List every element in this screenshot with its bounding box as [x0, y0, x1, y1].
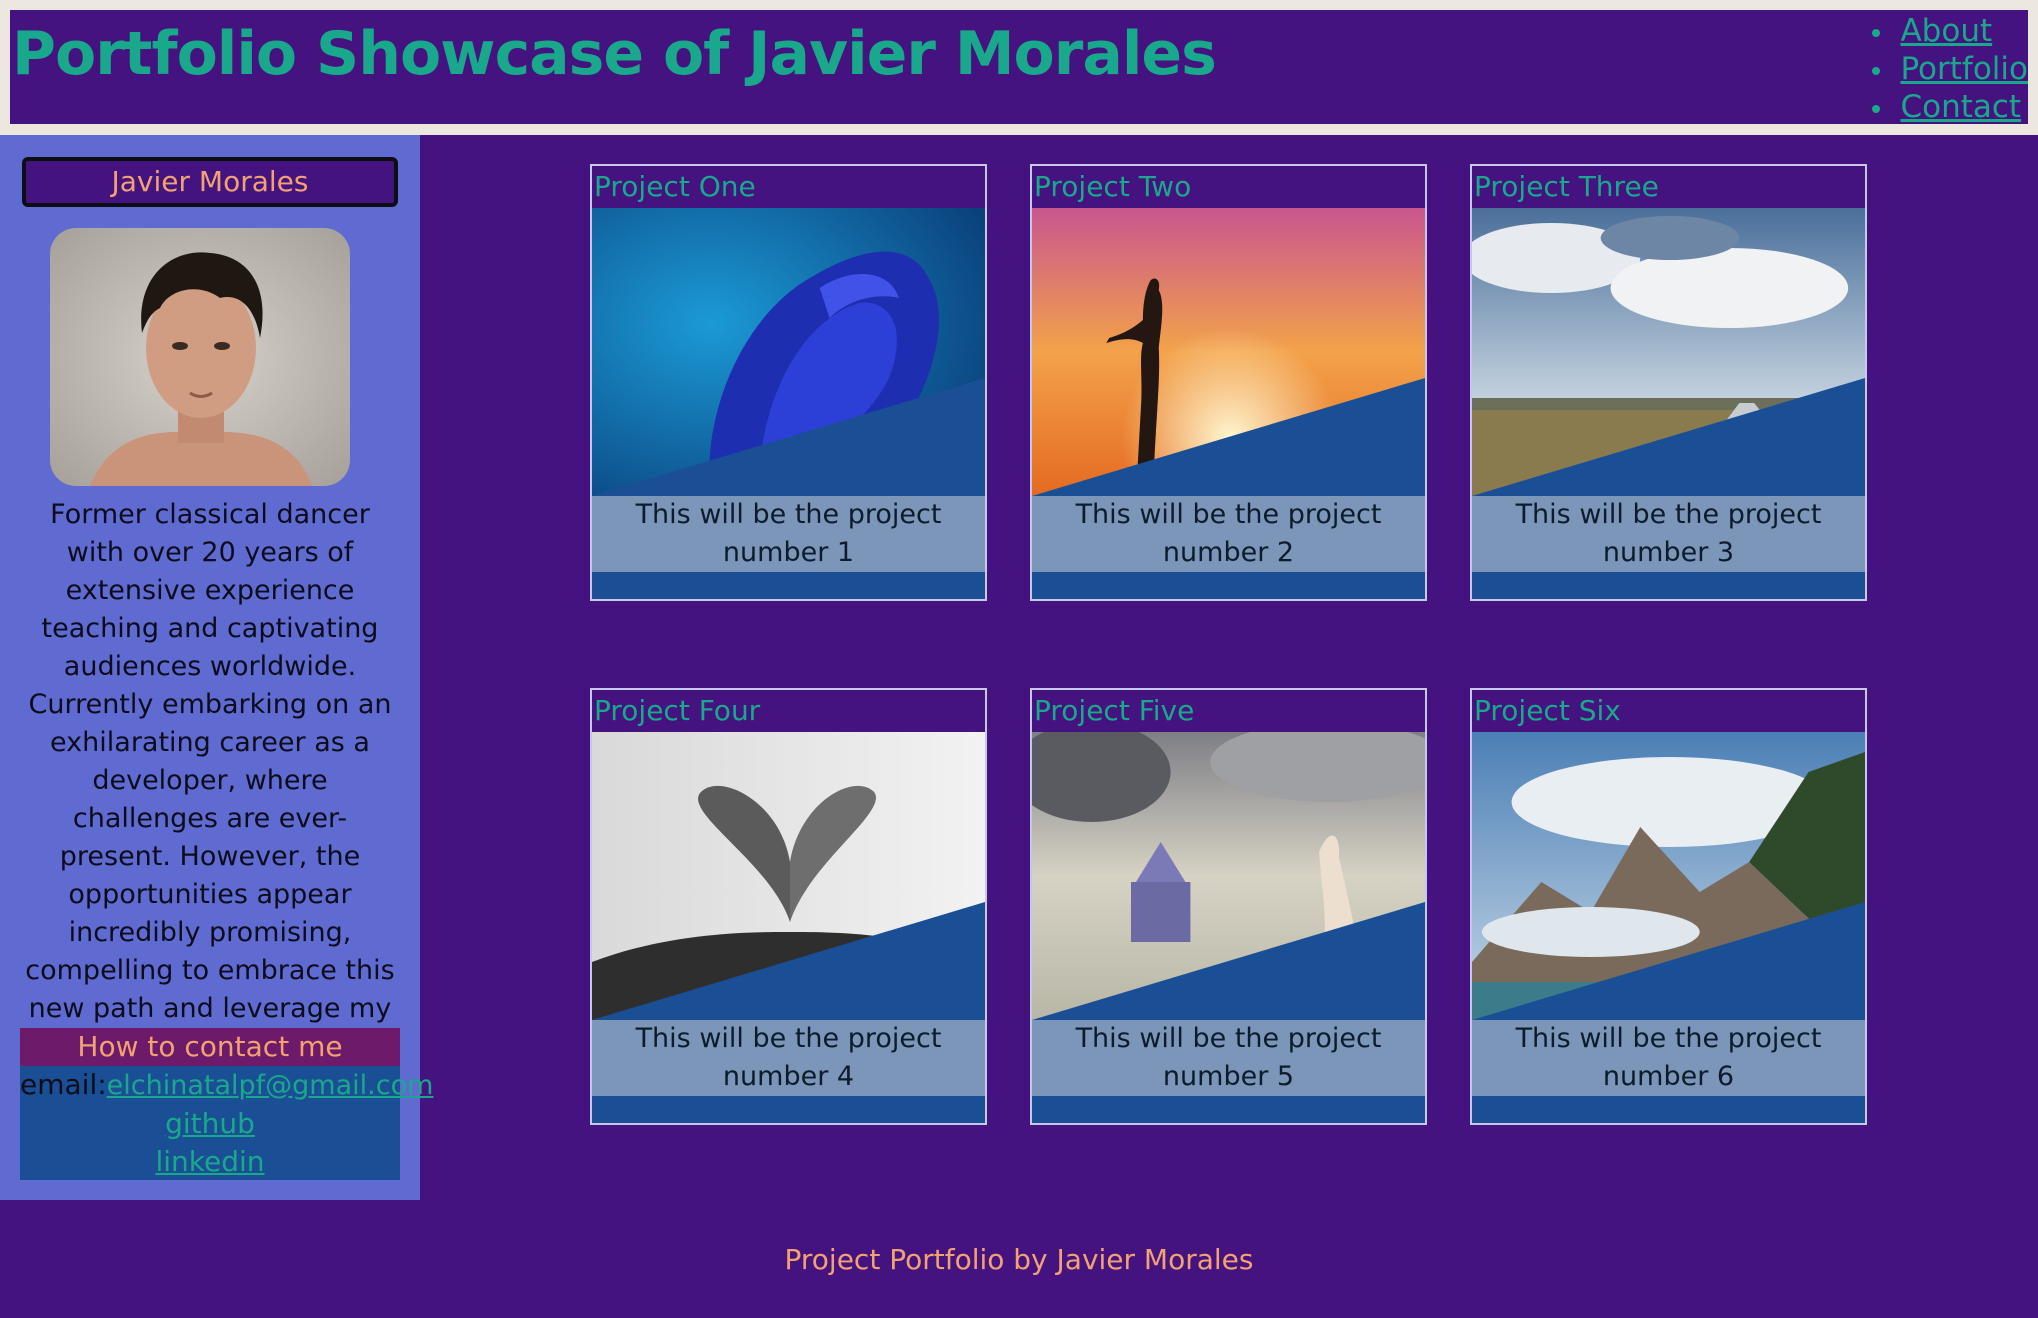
project-image-sunset	[1032, 208, 1425, 496]
project-card[interactable]: Project Six This will be the project num…	[1470, 688, 1867, 1125]
header-frame: Portfolio Showcase of Javier Morales Abo…	[0, 0, 2038, 135]
project-card[interactable]: Project One This will be the project num…	[590, 164, 987, 601]
project-title: Project One	[592, 166, 985, 208]
profile-name: Javier Morales	[22, 157, 398, 207]
contact-section: email:elchinatalpf@gmail.com github link…	[20, 1066, 433, 1181]
project-card[interactable]: Project Five This will be the project nu…	[1030, 688, 1427, 1125]
project-card[interactable]: Project Three This will be the project n…	[1470, 164, 1867, 601]
project-card[interactable]: Project Two This will be the project num…	[1030, 164, 1427, 601]
project-description: This will be the project number 3	[1472, 496, 1865, 572]
nav-link-portfolio[interactable]: Portfolio	[1900, 51, 2028, 87]
github-link[interactable]: github	[165, 1107, 255, 1140]
project-image-mountains	[1472, 732, 1865, 1020]
project-image-fantasy	[1032, 732, 1425, 1020]
project-card[interactable]: Project Four This will be the project nu…	[590, 688, 987, 1125]
nav-item-portfolio: Portfolio	[1862, 50, 2028, 88]
nav-link-about[interactable]: About	[1900, 13, 1992, 49]
nav-link-contact[interactable]: Contact	[1900, 89, 2021, 125]
avatar	[50, 228, 350, 486]
main-nav: About Portfolio Contact	[1862, 12, 2028, 126]
profile-sidebar: Javier Morales Former classical dancer w…	[0, 135, 433, 1200]
project-title: Project Six	[1472, 690, 1865, 732]
linkedin-link[interactable]: linkedin	[155, 1145, 264, 1178]
project-description: This will be the project number 4	[592, 1020, 985, 1096]
github-row: github	[20, 1105, 400, 1143]
project-description: This will be the project number 5	[1032, 1020, 1425, 1096]
bio-text: Former classical dancer with over 20 yea…	[25, 499, 395, 1100]
project-title: Project Two	[1032, 166, 1425, 208]
project-description: This will be the project number 2	[1032, 496, 1425, 572]
email-link[interactable]: elchinatalpf@gmail.com	[107, 1070, 434, 1101]
nav-item-contact: Contact	[1862, 88, 2028, 126]
project-description: This will be the project number 6	[1472, 1020, 1865, 1096]
site-header: Portfolio Showcase of Javier Morales Abo…	[10, 10, 2028, 126]
page-title: Portfolio Showcase of Javier Morales	[12, 19, 1217, 89]
project-description: This will be the project number 1	[592, 496, 985, 572]
contact-heading: How to contact me	[20, 1028, 400, 1066]
email-row: email:elchinatalpf@gmail.com	[20, 1066, 433, 1105]
email-label: email:	[20, 1068, 107, 1101]
nav-item-about: About	[1862, 12, 2028, 50]
project-image-book-heart	[592, 732, 985, 1020]
linkedin-row: linkedin	[20, 1143, 400, 1181]
project-title: Project Five	[1032, 690, 1425, 732]
project-image-road	[1472, 208, 1865, 496]
project-title: Project Three	[1472, 166, 1865, 208]
project-title: Project Four	[592, 690, 985, 732]
page-footer: Project Portfolio by Javier Morales	[784, 1243, 1254, 1276]
project-image-rose	[592, 208, 985, 496]
